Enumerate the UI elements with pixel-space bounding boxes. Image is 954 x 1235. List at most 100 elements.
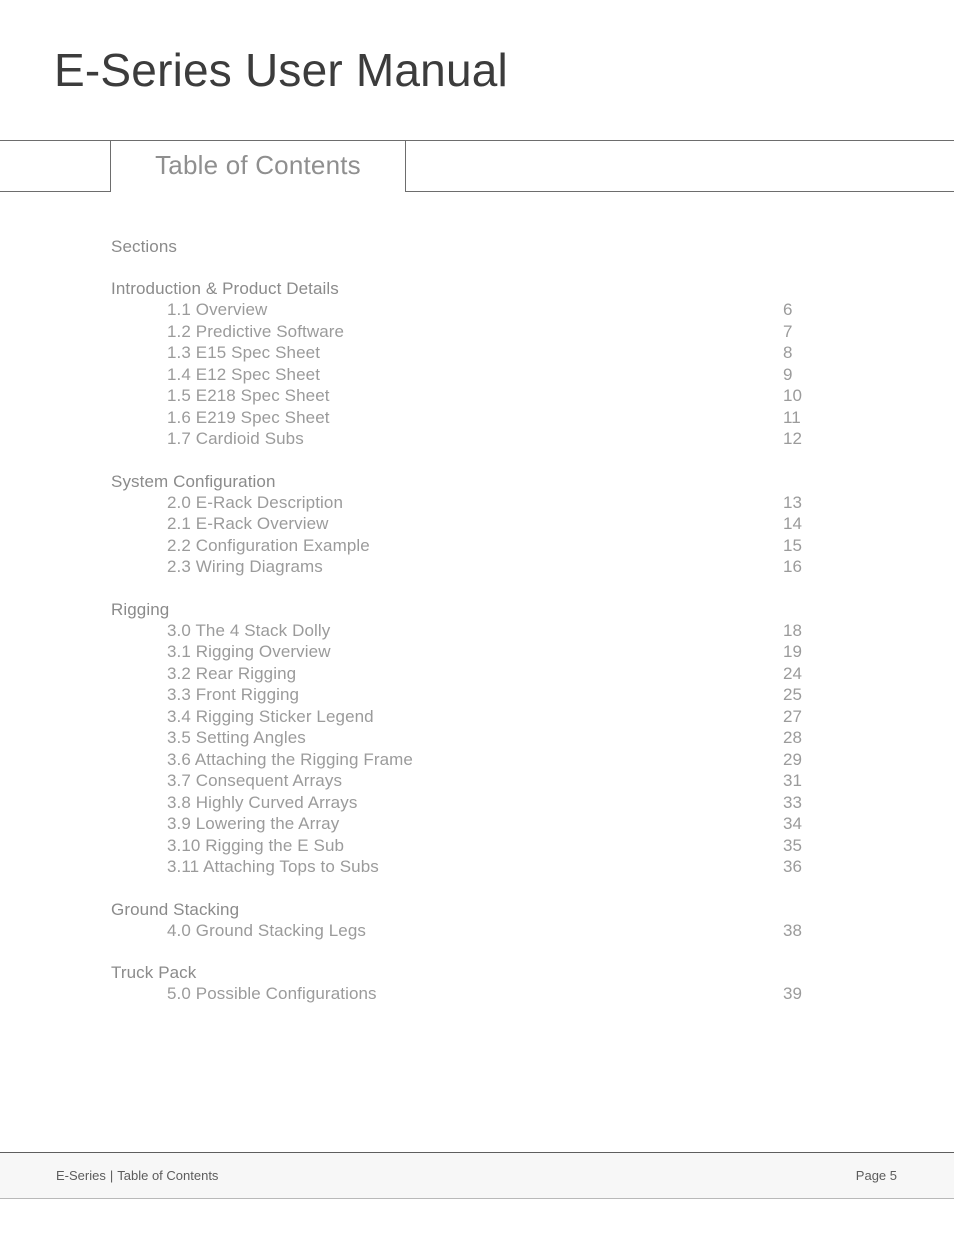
footer-breadcrumb: E-Series | Table of Contents [56,1153,218,1198]
toc-entry-label: 3.5 Setting Angles [167,728,306,747]
toc-entry-page: 13 [783,492,803,512]
toc-entry[interactable]: 1.4 E12 Spec Sheet 9 [0,364,954,386]
toc-entry[interactable]: 3.4 Rigging Sticker Legend 27 [0,706,954,728]
toc-entry[interactable]: 2.2 Configuration Example 15 [0,535,954,557]
toc-entry-page: 29 [783,749,803,769]
toc-entry-page: 15 [783,535,803,555]
toc-entry[interactable]: 5.0 Possible Configurations 39 [0,983,954,1005]
toc-entry-page: 33 [783,792,803,812]
toc-entry-page: 25 [783,685,803,704]
toc-entry-label: 2.1 E-Rack Overview [167,514,329,533]
toc-group-title: Rigging [111,599,170,619]
toc-group-title: Truck Pack [111,963,197,982]
toc-group-title: System Configuration [111,471,276,491]
toc-group: Introduction & Product Details 1.1 Overv… [0,278,954,450]
toc-entry-label: 1.5 E218 Spec Sheet [167,386,330,405]
toc-entry-label: 3.3 Front Rigging [167,685,300,704]
toc-entry-label: 4.0 Ground Stacking Legs [167,920,366,940]
toc-entry[interactable]: 1.7 Cardioid Subs 12 [0,428,954,450]
toc-group: System Configuration 2.0 E-Rack Descript… [0,471,954,578]
toc-entry[interactable]: 3.5 Setting Angles 28 [0,727,954,749]
toc-entry[interactable]: 2.0 E-Rack Description 13 [0,492,954,514]
toc-entry-label: 2.0 E-Rack Description [167,492,344,512]
toc-entry-label: 3.7 Consequent Arrays [167,771,343,790]
table-of-contents: Sections Introduction & Product Details … [0,236,954,1005]
toc-entry-page: 36 [783,857,803,876]
toc-entry-page: 18 [783,620,803,640]
footer-section-label: Table of Contents [117,1168,219,1183]
toc-entry-page: 8 [783,343,793,362]
toc-entry-page: 14 [783,514,803,533]
toc-entry-page: 11 [783,407,801,427]
toc-group-title: Ground Stacking [111,899,240,919]
toc-entry-page: 9 [783,364,793,384]
toc-entry-page: 27 [783,706,803,726]
toc-entry-label: 3.10 Rigging the E Sub [167,835,345,855]
toc-entry-label: 5.0 Possible Configurations [167,984,377,1003]
toc-entry-label: 3.8 Highly Curved Arrays [167,792,358,812]
toc-entry-label: 3.9 Lowering the Array [167,814,340,833]
toc-entry-page: 24 [783,663,803,683]
toc-entry[interactable]: 3.8 Highly Curved Arrays 33 [0,792,954,814]
toc-entry-page: 31 [783,771,803,790]
toc-entry-label: 3.4 Rigging Sticker Legend [167,706,374,726]
toc-entry[interactable]: 3.11 Attaching Tops to Subs 36 [0,856,954,878]
toc-entry[interactable]: 3.10 Rigging the E Sub 35 [0,835,954,857]
toc-entry-page: 12 [783,429,803,448]
tab-table-of-contents-label: Table of Contents [155,149,361,180]
toc-entry-label: 3.11 Attaching Tops to Subs [167,857,379,876]
toc-entry[interactable]: 2.3 Wiring Diagrams 16 [0,556,954,578]
toc-entry-label: 1.6 E219 Spec Sheet [167,407,330,427]
toc-entry-label: 3.6 Attaching the Rigging Frame [167,749,413,769]
tab-table-of-contents[interactable]: Table of Contents [111,140,406,192]
toc-entry-label: 1.1 Overview [167,300,268,319]
footer-product-label: E-Series [56,1168,106,1183]
toc-entry[interactable]: 3.1 Rigging Overview 19 [0,641,954,663]
toc-entry[interactable]: 3.6 Attaching the Rigging Frame 29 [0,749,954,771]
toc-entry-page: 19 [783,642,803,661]
toc-entry-label: 2.3 Wiring Diagrams [167,557,323,576]
toc-entry-label: 3.2 Rear Rigging [167,663,297,683]
toc-entry-page: 39 [783,984,803,1003]
footer-separator: | [109,1168,114,1183]
toc-entry-label: 1.7 Cardioid Subs [167,429,304,448]
page-title: E-Series User Manual [54,44,508,96]
toc-entry-label: 3.0 The 4 Stack Dolly [167,620,331,640]
toc-entry[interactable]: 1.5 E218 Spec Sheet 10 [0,385,954,407]
toc-entry-page: 34 [783,814,803,833]
toc-entry[interactable]: 3.9 Lowering the Array 34 [0,813,954,835]
footer-page-label: Page 5 [855,1168,897,1183]
toc-entry[interactable]: 3.2 Rear Rigging 24 [0,663,954,685]
toc-group-title: Introduction & Product Details [111,279,339,298]
toc-entry-page: 6 [783,300,793,319]
toc-entry[interactable]: 1.2 Predictive Software 7 [0,321,954,343]
tab-left-stub [0,140,111,192]
toc-entry-label: 3.1 Rigging Overview [167,642,331,661]
toc-entry-page: 38 [783,920,803,940]
page-footer: E-Series | Table of Contents Page 5 [0,1152,954,1199]
toc-entry-page: 28 [783,728,803,747]
tab-bar-filler [406,140,954,192]
toc-entry-label: 1.3 E15 Spec Sheet [167,343,321,362]
footer-page-number: Page 5 [856,1153,897,1198]
toc-entry-label: 1.2 Predictive Software [167,321,345,341]
toc-entry[interactable]: 3.0 The 4 Stack Dolly 18 [0,620,954,642]
toc-entry[interactable]: 2.1 E-Rack Overview 14 [0,513,954,535]
toc-sections-label: Sections [111,237,178,256]
toc-entry-page: 10 [783,386,803,405]
toc-group: Rigging 3.0 The 4 Stack Dolly 18 3.1 Rig… [0,599,954,878]
toc-entry[interactable]: 1.1 Overview 6 [0,299,954,321]
toc-entry-page: 7 [783,321,793,341]
toc-entry-label: 1.4 E12 Spec Sheet [167,364,321,384]
toc-group: Truck Pack 5.0 Possible Configurations 3… [0,962,954,1005]
toc-entry[interactable]: 3.7 Consequent Arrays 31 [0,770,954,792]
toc-entry[interactable]: 4.0 Ground Stacking Legs 38 [0,920,954,942]
tab-bar: Table of Contents [0,140,954,193]
toc-entry-page: 16 [783,557,803,576]
toc-entry-page: 35 [783,835,803,855]
toc-entry-label: 2.2 Configuration Example [167,535,370,555]
toc-entry[interactable]: 1.3 E15 Spec Sheet 8 [0,342,954,364]
toc-entry[interactable]: 3.3 Front Rigging 25 [0,684,954,706]
toc-group: Ground Stacking 4.0 Ground Stacking Legs… [0,899,954,942]
toc-entry[interactable]: 1.6 E219 Spec Sheet 11 [0,407,954,429]
